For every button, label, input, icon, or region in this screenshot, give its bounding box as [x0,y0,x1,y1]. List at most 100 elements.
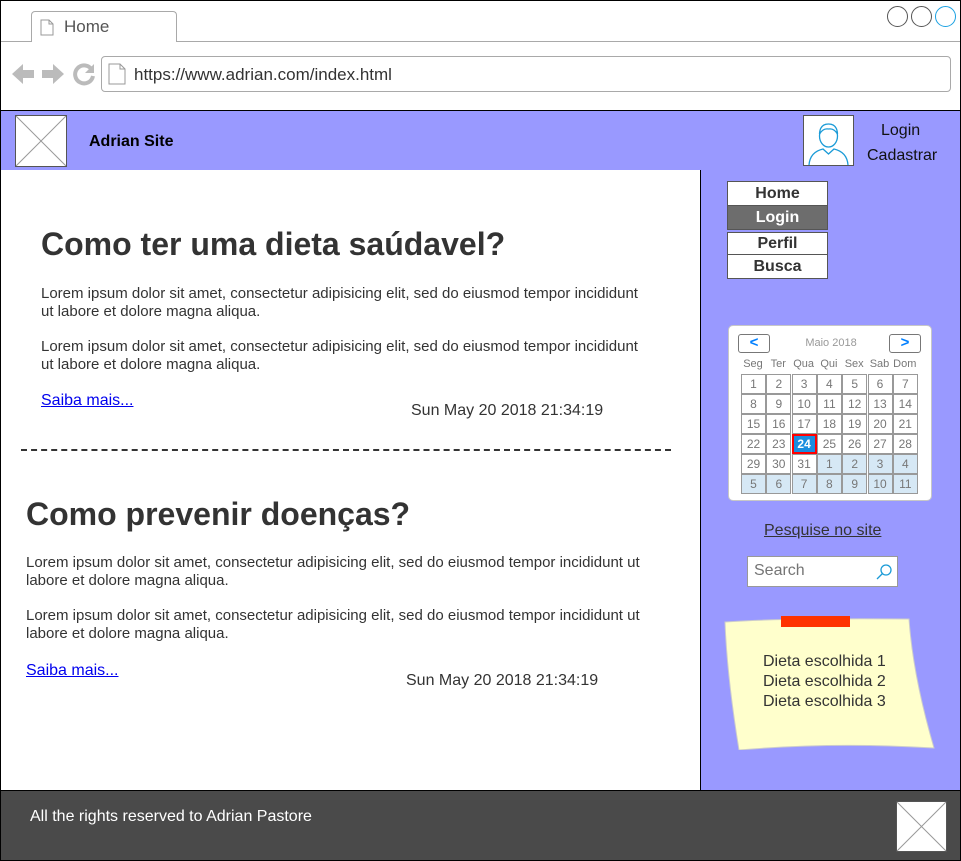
calendar-day[interactable]: 19 [842,414,868,434]
sticky-line: Dieta escolhida 3 [763,693,886,710]
calendar-day[interactable]: 17 [791,414,817,434]
calendar-day[interactable]: 16 [766,414,792,434]
calendar-day[interactable]: 29 [741,454,766,474]
calendar-day[interactable]: 15 [741,414,766,434]
article-paragraph: Lorem ipsum dolor sit amet, consectetur … [41,338,638,373]
site-footer: All the rights reserved to Adrian Pastor… [0,790,961,861]
article-title: Como ter uma dieta saúdavel? [41,226,506,262]
article-2: Como prevenir doenças? Lorem ipsum dolor… [26,496,671,696]
article-paragraph: Lorem ipsum dolor sit amet, consectetur … [26,554,640,589]
register-link[interactable]: Cadastrar [867,147,937,165]
forward-arrow-icon[interactable] [41,62,65,91]
calendar-day[interactable]: 2 [766,374,792,394]
calendar-day[interactable]: 8 [741,394,766,414]
window-controls [887,6,956,27]
site-title: Adrian Site [89,133,174,150]
calendar-day[interactable]: 25 [816,434,842,454]
calendar-day[interactable]: 7 [791,474,817,494]
search-input[interactable] [754,562,874,580]
sticky-tape [781,616,850,627]
menu-item-home[interactable]: Home [727,181,828,206]
article-date: Sun May 20 2018 21:34:19 [411,402,604,419]
calendar-day[interactable]: 5 [741,474,766,494]
calendar-day[interactable]: 2 [842,454,868,474]
site-logo[interactable] [15,115,67,167]
page-icon [40,19,54,41]
calendar-day[interactable]: 30 [766,454,792,474]
footer-logo [896,801,947,852]
calendar-day[interactable]: 3 [791,374,817,394]
calendar-weekday: Qui [820,358,838,370]
calendar-next-button[interactable]: > [889,334,921,353]
sticky-line: Dieta escolhida 2 [763,673,886,690]
navigation-bar: https://www.adrian.com/index.html [1,42,960,111]
calendar-day[interactable]: 23 [766,434,792,454]
calendar-day[interactable]: 21 [892,414,918,434]
calendar-day[interactable]: 20 [867,414,893,434]
calendar-day[interactable]: 27 [867,434,893,454]
minimize-button[interactable] [887,6,908,27]
url-text: https://www.adrian.com/index.html [134,65,392,84]
site-header: Adrian Site Login Cadastrar [0,110,961,171]
article-divider [21,449,671,451]
article-title: Como prevenir doenças? [26,496,411,532]
calendar-day[interactable]: 7 [892,374,918,394]
back-arrow-icon[interactable] [11,62,35,91]
calendar-day[interactable]: 9 [766,394,792,414]
calendar-day[interactable]: 26 [842,434,868,454]
calendar-day[interactable]: 9 [842,474,868,494]
menu-item-perfil[interactable]: Perfil [727,232,828,255]
read-more-link[interactable]: Saiba mais... [26,662,118,680]
main-content: Como ter uma dieta saúdavel? Lorem ipsum… [0,170,701,791]
calendar-day[interactable]: 5 [842,374,868,394]
user-avatar-icon[interactable] [803,115,854,166]
sticky-line: Dieta escolhida 1 [763,653,886,670]
calendar-weekday: Qua [793,358,814,370]
tab-label: Home [64,17,110,36]
sidebar-menu: Home Login Perfil Busca [727,181,828,279]
sidebar: Home Login Perfil Busca < Maio 2018 > Se… [700,170,961,791]
search-box[interactable] [747,556,898,587]
page-icon [108,63,126,90]
calendar-day[interactable]: 6 [867,374,893,394]
calendar-day[interactable]: 8 [816,474,842,494]
calendar-day[interactable]: 14 [892,394,918,414]
calendar-weekday: Sab [869,358,890,370]
calendar-day[interactable]: 6 [766,474,792,494]
calendar-day[interactable]: 4 [816,374,842,394]
footer-text: All the rights reserved to Adrian Pastor… [30,808,312,825]
calendar-widget: < Maio 2018 > Seg Ter Qua Qui Sex Sab Dom 1 2 3 4 5… [728,325,932,501]
calendar-day[interactable]: 31 [791,454,817,474]
reload-icon[interactable] [72,62,96,91]
calendar-day[interactable]: 12 [842,394,868,414]
address-bar[interactable]: https://www.adrian.com/index.html [101,56,951,92]
sticky-note-text: Dieta escolhida 1 Dieta escolhida 2 Diet… [763,652,886,712]
calendar-day[interactable]: 28 [892,434,918,454]
browser-tab-home[interactable]: Home [31,11,177,42]
calendar-day[interactable]: 24 [791,434,817,454]
calendar-day[interactable]: 13 [867,394,893,414]
restore-button[interactable] [911,6,932,27]
calendar-day[interactable]: 1 [741,374,766,394]
calendar-day[interactable]: 11 [892,474,918,494]
calendar-day[interactable]: 18 [816,414,842,434]
close-button[interactable] [935,6,956,27]
article-date: Sun May 20 2018 21:34:19 [406,672,599,689]
menu-item-busca[interactable]: Busca [727,254,828,279]
calendar-day[interactable]: 1 [816,454,842,474]
menu-item-login[interactable]: Login [727,205,828,230]
browser-window: Home https://www.adrian.com/index.html [0,0,961,111]
calendar-day[interactable]: 4 [892,454,918,474]
calendar-day[interactable]: 11 [816,394,842,414]
search-site-link[interactable]: Pesquise no site [764,522,881,540]
read-more-link[interactable]: Saiba mais... [41,392,133,410]
calendar-weekday: Sex [844,358,864,370]
login-link[interactable]: Login [881,122,920,140]
calendar-day[interactable]: 22 [741,434,766,454]
article-paragraph: Lorem ipsum dolor sit amet, consectetur … [41,285,638,320]
calendar-day[interactable]: 10 [791,394,817,414]
calendar-day[interactable]: 3 [867,454,893,474]
search-icon[interactable] [875,563,893,586]
calendar-weekday: Ter [770,358,786,370]
calendar-day[interactable]: 10 [867,474,893,494]
